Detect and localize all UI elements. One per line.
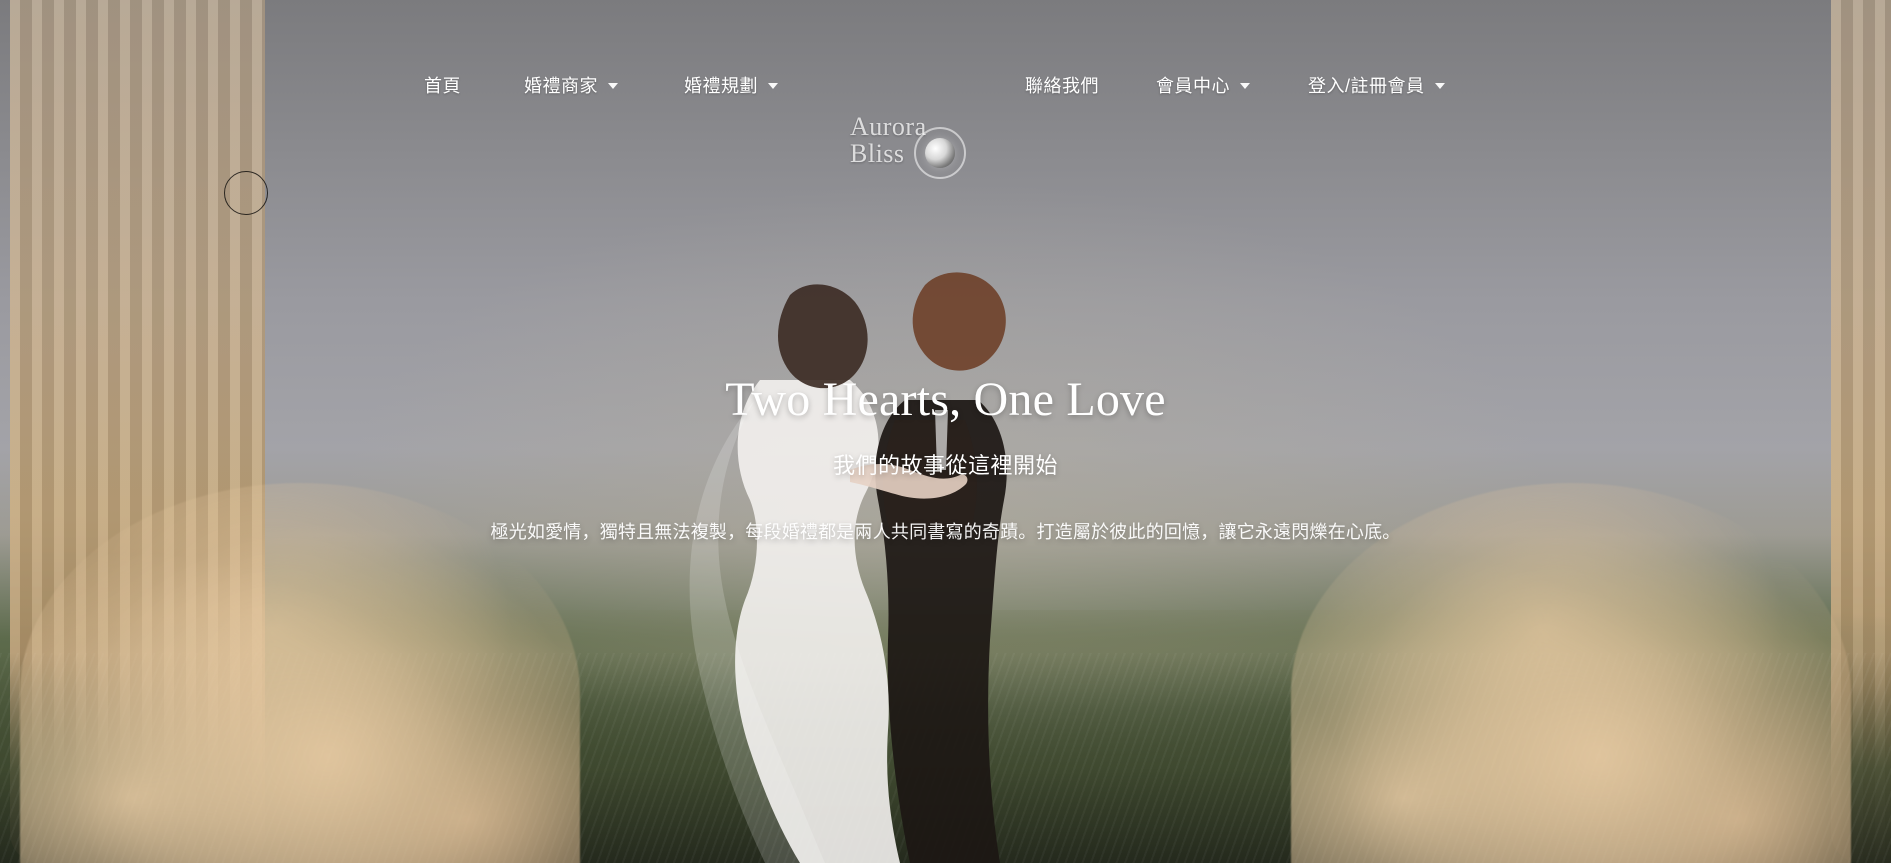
nav-wedding-vendors[interactable]: 婚禮商家	[524, 72, 618, 98]
nav-member-center-label: 會員中心	[1156, 76, 1230, 96]
nav-wedding-vendors-label: 婚禮商家	[524, 76, 598, 96]
nav-wedding-planning-label: 婚禮規劃	[684, 76, 758, 96]
nav-contact-label: 聯絡我們	[1025, 76, 1099, 96]
caret-down-icon	[1240, 83, 1250, 89]
nav-member-center[interactable]: 會員中心	[1156, 72, 1250, 98]
nav-home-label: 首頁	[424, 76, 461, 96]
moon-icon	[914, 127, 966, 179]
nav-login-register-label: 登入/註冊會員	[1308, 76, 1425, 96]
caret-down-icon	[1434, 83, 1445, 89]
top-navigation: 首頁 婚禮商家 婚禮規劃 Aurora Bliss 聯絡我們 會員中心 登入/註…	[0, 58, 1891, 179]
hero-title: Two Hearts, One Love	[725, 373, 1166, 426]
nav-wedding-planning[interactable]: 婚禮規劃	[684, 72, 778, 98]
nav-login-register[interactable]: 登入/註冊會員	[1308, 72, 1445, 98]
nav-home[interactable]: 首頁	[424, 72, 461, 98]
hero-description: 極光如愛情，獨特且無法複製，每段婚禮都是兩人共同書寫的奇蹟。打造屬於彼此的回憶，…	[490, 522, 1401, 543]
caret-down-icon	[768, 83, 778, 89]
hero-section: 首頁 婚禮商家 婚禮規劃 Aurora Bliss 聯絡我們 會員中心 登入/註…	[0, 0, 1891, 863]
hero-subtitle: 我們的故事從這裡開始	[832, 454, 1058, 479]
brand-logo[interactable]: Aurora Bliss	[850, 113, 975, 183]
nav-contact[interactable]: 聯絡我們	[1025, 72, 1099, 98]
caret-down-icon	[608, 83, 618, 89]
